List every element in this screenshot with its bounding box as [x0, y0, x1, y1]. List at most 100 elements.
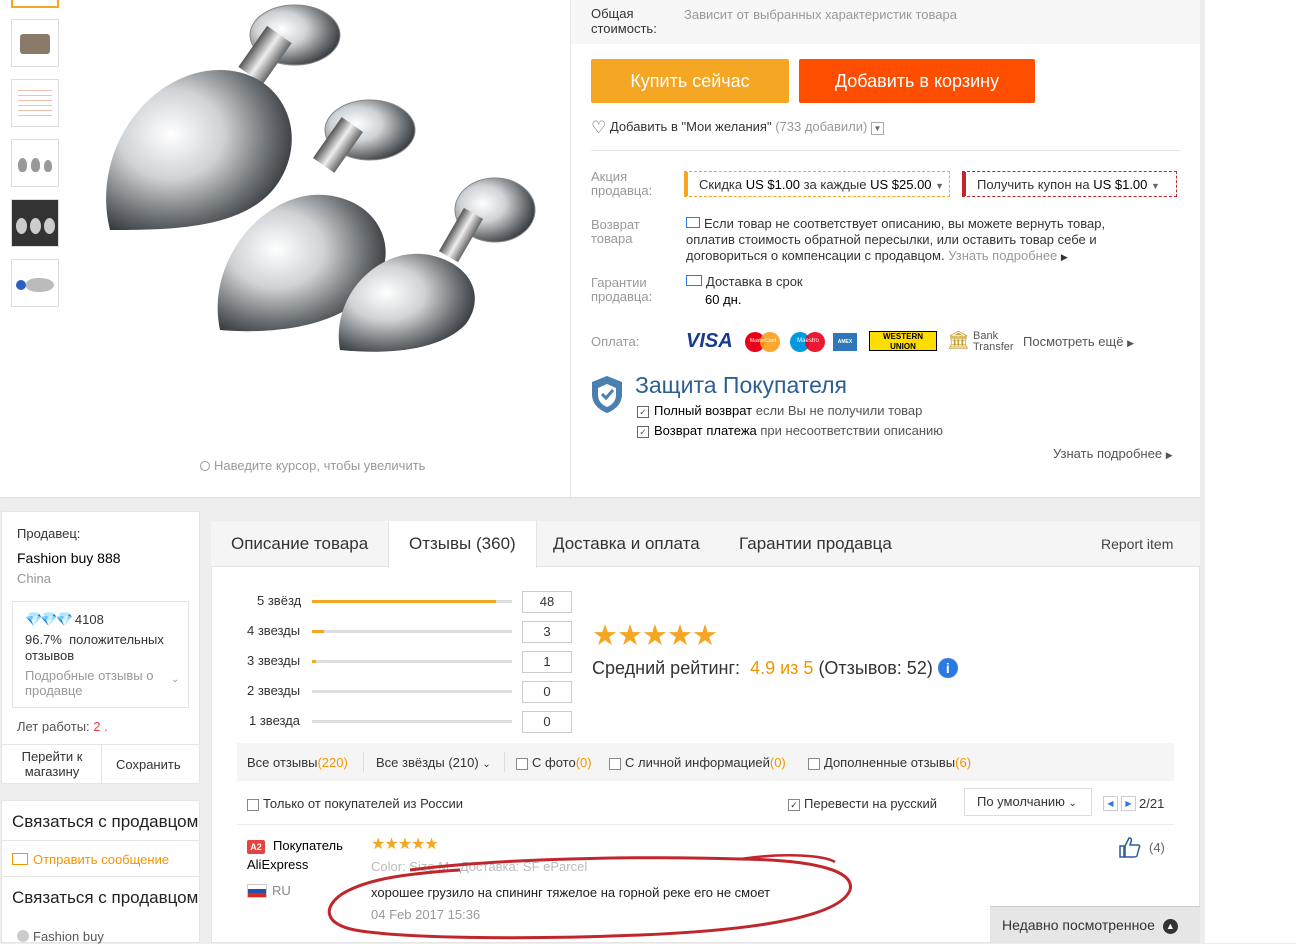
tab-description[interactable]: Описание товара — [211, 521, 388, 567]
rating-row-count: 1 — [522, 651, 572, 673]
diamond-icon: 💎💎💎 — [25, 611, 73, 627]
average-label: Средний рейтинг: — [592, 658, 741, 678]
payment-label: Оплата: — [591, 334, 640, 349]
translate-toggle[interactable]: ✓ Перевести на русский — [788, 796, 937, 811]
caret-right-icon: ▶ — [1060, 252, 1068, 262]
magnifier-icon — [200, 461, 210, 471]
protection-item-full-refund: ✓ Полный возврат если Вы не получили това… — [637, 403, 922, 418]
filter-all-reviews[interactable]: Все отзывы(220) — [247, 755, 348, 770]
seller-details-link[interactable]: Подробные отзывы о продавце — [25, 668, 165, 698]
returns-more-label: Узнать подробнее — [948, 248, 1058, 263]
checkbox-checked[interactable]: ✓ — [788, 798, 800, 811]
rating-row-label[interactable]: 4 звезды — [247, 623, 300, 638]
review-divider — [237, 824, 1174, 825]
rating-row-bar — [312, 630, 512, 633]
all-stars-label: Все звёзды (210) — [376, 755, 479, 770]
recently-viewed-bar[interactable]: Недавно посмотренное ▲ — [990, 906, 1200, 943]
filter-personal-info[interactable]: С личной информацией(0) — [609, 755, 786, 770]
thumbnail-4[interactable] — [11, 139, 59, 187]
chevron-up-icon: ▲ — [1162, 919, 1178, 934]
filter-extended[interactable]: Дополненные отзывы(6) — [808, 755, 971, 770]
thumbnail-6[interactable] — [11, 259, 59, 307]
save-seller-button[interactable]: Сохранить — [116, 757, 181, 772]
returns-more-link[interactable]: Узнать подробнее ▶ — [948, 248, 1068, 263]
send-message-link[interactable]: Отправить сообщение — [12, 852, 169, 867]
tab-bar: Описание товара Отзывы (360) Доставка и … — [211, 521, 1200, 568]
delivery-days: 60 дн. — [705, 292, 742, 307]
thumbs-up-icon[interactable] — [1118, 836, 1142, 858]
seller-score: 💎💎💎 4108 — [25, 611, 104, 628]
guarantee-label: Гарантии продавца: — [591, 275, 653, 304]
caret-right-icon: ▶ — [1165, 450, 1173, 460]
filter-separator — [363, 752, 364, 772]
tab-shipping[interactable]: Доставка и оплата — [533, 521, 720, 567]
checkmark-icon: ✓ — [637, 406, 649, 418]
add-to-cart-button[interactable]: Добавить в корзину — [799, 59, 1035, 103]
discount-dropdown[interactable]: Скидка US $1.00 за каждые US $25.00 ▼ — [684, 171, 950, 197]
rating-row-bar-fill — [312, 630, 324, 633]
next-page-button[interactable]: ▶ — [1121, 796, 1136, 811]
thumbnail-1[interactable] — [11, 0, 59, 8]
tab-reviews[interactable]: Отзывы (360) — [388, 521, 537, 568]
caret-down-icon: ▼ — [1151, 181, 1160, 191]
prev-page-button[interactable]: ◀ — [1103, 796, 1118, 811]
divider-line — [591, 150, 1180, 151]
rating-row-label[interactable]: 3 звезды — [247, 653, 300, 668]
filter-russia-only[interactable]: Только от покупателей из России — [247, 796, 463, 811]
filter-with-photo[interactable]: С фото(0) — [516, 755, 592, 770]
russia-flag-icon — [247, 884, 267, 898]
info-icon[interactable]: i — [937, 658, 958, 678]
coupon-dropdown[interactable]: Получить купон на US $1.00 ▼ — [962, 171, 1177, 197]
buy-now-button[interactable]: Купить сейчас — [591, 59, 789, 103]
discount-amount: US $1.00 — [745, 177, 800, 192]
heart-plus-icon: ♡ — [591, 118, 607, 137]
extended-label: Дополненные отзывы — [824, 755, 956, 770]
rating-row-label[interactable]: 1 звезда — [249, 713, 300, 728]
page-indicator: 2/21 — [1139, 796, 1165, 811]
bank-icon: 🏛 — [947, 330, 970, 350]
go-to-store-button[interactable]: Перейти к магазину — [12, 749, 92, 779]
checkbox[interactable] — [516, 757, 528, 770]
years-label: Лет работы: — [17, 719, 90, 734]
western-union-logo: WESTERN UNION — [869, 331, 937, 351]
total-price-value: Зависит от выбранных характеристик товар… — [684, 7, 957, 22]
contact-divider — [1, 840, 200, 841]
tab-seller-guarantee[interactable]: Гарантии продавца — [719, 521, 912, 567]
all-reviews-label: Все отзывы — [247, 755, 318, 770]
checkbox[interactable] — [247, 798, 259, 811]
years-value: 2 — [93, 719, 101, 734]
rating-row-bar-fill — [312, 660, 316, 663]
store-link[interactable]: Fashion buy — [17, 929, 104, 944]
chevron-down-icon[interactable]: ⌄ — [171, 674, 179, 685]
store-link-label: Fashion buy — [33, 929, 104, 944]
protection-more-link[interactable]: Узнать подробнее ▶ — [1053, 446, 1173, 461]
personal-info-label: С личной информацией — [625, 755, 770, 770]
thumbnail-5[interactable] — [11, 199, 59, 247]
red-annotation-ellipse — [327, 854, 852, 940]
wishlist-link[interactable]: ♡ Добавить в "Мои желания" (733 добавили… — [591, 118, 884, 138]
rating-row-count: 0 — [522, 681, 572, 703]
thumbnail-3[interactable] — [11, 79, 59, 127]
protection-item-refund: ✓ Возврат платежа при несоответствии опис… — [637, 423, 943, 438]
translate-label: Перевести на русский — [804, 796, 938, 811]
thumbnail-2[interactable] — [11, 19, 59, 67]
rating-row-bar — [312, 660, 512, 663]
protection-item2-rest: при несоответствии описанию — [760, 423, 944, 438]
chevron-down-icon[interactable]: ▼ — [870, 122, 884, 135]
protection-item1-rest: если Вы не получили товар — [755, 403, 923, 418]
returns-info: Если товар не соответствует описанию, вы… — [686, 216, 1156, 265]
filter-all-stars[interactable]: Все звёзды (210) ⌄ — [376, 755, 491, 770]
seller-name[interactable]: Fashion buy 888 — [17, 550, 121, 566]
rating-row-label[interactable]: 5 звёзд — [257, 593, 301, 608]
maestro-text: Maestro — [797, 338, 819, 344]
delivery-text: Доставка в срок — [706, 274, 803, 289]
checkbox[interactable] — [609, 757, 621, 770]
likes-count: (4) — [1149, 840, 1165, 855]
zoom-hint: Наведите курсор, чтобы увеличить — [200, 458, 425, 473]
checkbox[interactable] — [808, 757, 820, 770]
see-more-payments[interactable]: Посмотреть ещё ▶ — [1023, 334, 1134, 349]
sort-select[interactable]: По умолчанию ⌄ — [964, 788, 1092, 816]
report-item-link[interactable]: Report item — [1081, 521, 1193, 567]
seller-positive: 96.7% положительных отзывов — [25, 632, 180, 664]
rating-row-label[interactable]: 2 звезды — [247, 683, 300, 698]
